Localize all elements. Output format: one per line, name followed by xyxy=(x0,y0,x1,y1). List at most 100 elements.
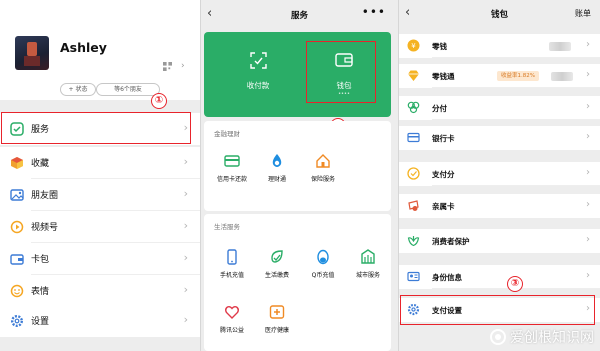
wallet-item-label: 银行卡 xyxy=(432,134,455,143)
wallet-item-family-card[interactable]: 亲属卡 › xyxy=(399,194,600,218)
chevron-right-icon: › xyxy=(586,199,590,210)
wallet-header: ‹ 钱包 账单 xyxy=(399,0,600,28)
username: Ashley xyxy=(60,40,107,55)
watermark-text: 爱创根知识网 xyxy=(510,330,594,346)
balance-blurred xyxy=(549,42,571,51)
bill-link[interactable]: 账单 xyxy=(575,8,591,19)
wallet-item-label: 零钱通 xyxy=(432,72,455,81)
menu-item-label: 朋友圈 xyxy=(31,191,59,201)
diamond-icon xyxy=(408,70,419,81)
wallet-item-label: 分付 xyxy=(432,104,447,113)
more-options-icon[interactable]: ••• xyxy=(362,5,386,19)
chevron-right-icon: › xyxy=(586,101,590,112)
menu-item-cards[interactable]: 卡包 › xyxy=(0,243,200,275)
services-header: ‹ 服务 ••• xyxy=(201,0,398,30)
chevron-right-icon: › xyxy=(586,167,590,178)
menu-item-settings[interactable]: 设置 › xyxy=(0,305,200,337)
chevron-right-icon: › xyxy=(183,313,188,326)
chevron-right-icon: › xyxy=(183,219,188,232)
chevron-right-icon: › xyxy=(586,270,590,281)
wallet-item-identity[interactable]: 身份信息 › xyxy=(399,265,600,289)
emoji-smile-icon xyxy=(10,284,24,298)
annotation-badge-3: ③ xyxy=(507,276,523,292)
medical-plus-icon xyxy=(269,305,285,319)
wallet-item-pay-score[interactable]: 支付分 › xyxy=(399,162,600,186)
moments-picture-icon xyxy=(10,189,24,201)
fenfu-clover-icon xyxy=(407,101,420,114)
wallet-item-consumer-protection[interactable]: 消费者保护 › xyxy=(399,229,600,253)
wallet-item-label: 亲属卡 xyxy=(432,202,455,211)
chevron-right-icon: › xyxy=(183,283,188,296)
bank-card-icon xyxy=(407,132,420,143)
chevron-right-icon: › xyxy=(181,61,185,71)
balance-blurred xyxy=(551,72,573,81)
service-label: 城市服务 xyxy=(355,272,380,279)
pay-card: 收付款 钱包 •••• xyxy=(204,32,391,117)
wallet-item-bank-card[interactable]: 银行卡 › xyxy=(399,126,600,150)
id-card-icon xyxy=(407,271,420,282)
score-badge-icon xyxy=(407,167,420,180)
menu-item-label: 表情 xyxy=(31,287,50,297)
chevron-right-icon: › xyxy=(586,234,590,245)
chevron-right-icon: › xyxy=(586,131,590,142)
qr-code-icon[interactable] xyxy=(163,62,172,71)
section-title: 生活服务 xyxy=(214,223,240,231)
status-button[interactable]: + 状态 xyxy=(60,83,96,96)
annotation-highlight-services xyxy=(1,112,191,144)
me-panel: Ashley › + 状态 等6个朋友 服务 › 收藏 › 朋友圈 › 视频号 … xyxy=(0,0,200,351)
annotation-highlight-pay-settings xyxy=(400,295,595,325)
qq-penguin-icon xyxy=(317,249,329,265)
phone-icon xyxy=(227,249,237,265)
menu-item-label: 收藏 xyxy=(31,159,50,169)
service-label: 医疗健康 xyxy=(264,327,289,334)
wallet-panel: ‹ 钱包 账单 ¥ 零钱 › 零钱通 收益率1.82% › 分付 › 银行卡 ›… xyxy=(399,0,600,351)
settings-gear-icon xyxy=(10,314,24,328)
wallet-item-label: 零钱 xyxy=(432,42,447,51)
credit-card-icon xyxy=(224,155,240,167)
chevron-right-icon: › xyxy=(183,155,188,168)
chevron-right-icon: › xyxy=(183,187,188,200)
finance-section: 金融理财 信用卡还款 理财通 保险服务 xyxy=(204,121,391,211)
wallet-item-label: 身份信息 xyxy=(432,273,462,282)
insurance-house-icon xyxy=(316,154,330,168)
coin-icon: ¥ xyxy=(407,39,420,52)
svg-text:¥: ¥ xyxy=(411,42,416,50)
life-services-section: 生活服务 手机充值 生活缴费 Q币充值 城市服务 腾讯公益 医疗健康 xyxy=(204,214,391,351)
pay-receive-label: 收付款 xyxy=(246,81,270,90)
avatar[interactable] xyxy=(15,36,49,70)
menu-item-channels[interactable]: 视频号 › xyxy=(0,211,200,243)
family-card-icon xyxy=(408,200,419,211)
leaf-check-icon xyxy=(271,250,283,263)
menu-item-label: 设置 xyxy=(31,317,50,327)
watermark-logo-icon xyxy=(490,329,506,345)
annotation-badge-1: ① xyxy=(151,93,167,109)
profile-header: Ashley › + 状态 等6个朋友 xyxy=(0,0,200,100)
licaitong-drop-icon xyxy=(272,154,282,167)
services-panel: ‹ 服务 ••• 收付款 钱包 •••• ② 金融理财 xyxy=(201,0,398,351)
favorites-cube-icon xyxy=(11,157,23,169)
channels-icon xyxy=(10,220,24,234)
friends-status-pill[interactable]: 等6个朋友 xyxy=(96,83,160,96)
wallet-item-fenfu[interactable]: 分付 › xyxy=(399,96,600,120)
card-wallet-icon xyxy=(10,254,24,265)
wallet-item-label: 消费者保护 xyxy=(432,237,470,246)
yield-tag: 收益率1.82% xyxy=(497,71,539,81)
wallet-item-lingqiantong[interactable]: 零钱通 收益率1.82% › xyxy=(399,64,600,88)
scan-pay-icon xyxy=(250,52,267,69)
city-building-icon xyxy=(361,249,375,264)
charity-heart-icon xyxy=(225,306,239,319)
wallet-item-label: 支付分 xyxy=(432,170,455,179)
chevron-right-icon: › xyxy=(586,39,590,50)
wallet-item-change[interactable]: ¥ 零钱 › xyxy=(399,34,600,58)
annotation-highlight-wallet xyxy=(306,41,376,103)
consumer-protect-icon xyxy=(407,236,420,247)
menu-item-stickers[interactable]: 表情 › xyxy=(0,275,200,307)
chevron-right-icon: › xyxy=(183,251,188,264)
watermark: 爱创根知识网 xyxy=(490,327,594,347)
chevron-right-icon: › xyxy=(586,69,590,80)
menu-item-moments[interactable]: 朋友圈 › xyxy=(0,179,200,211)
menu-item-label: 视频号 xyxy=(31,223,59,233)
menu-item-label: 卡包 xyxy=(31,255,50,265)
section-title: 金融理财 xyxy=(214,130,240,138)
menu-item-favorites[interactable]: 收藏 › xyxy=(0,147,200,179)
